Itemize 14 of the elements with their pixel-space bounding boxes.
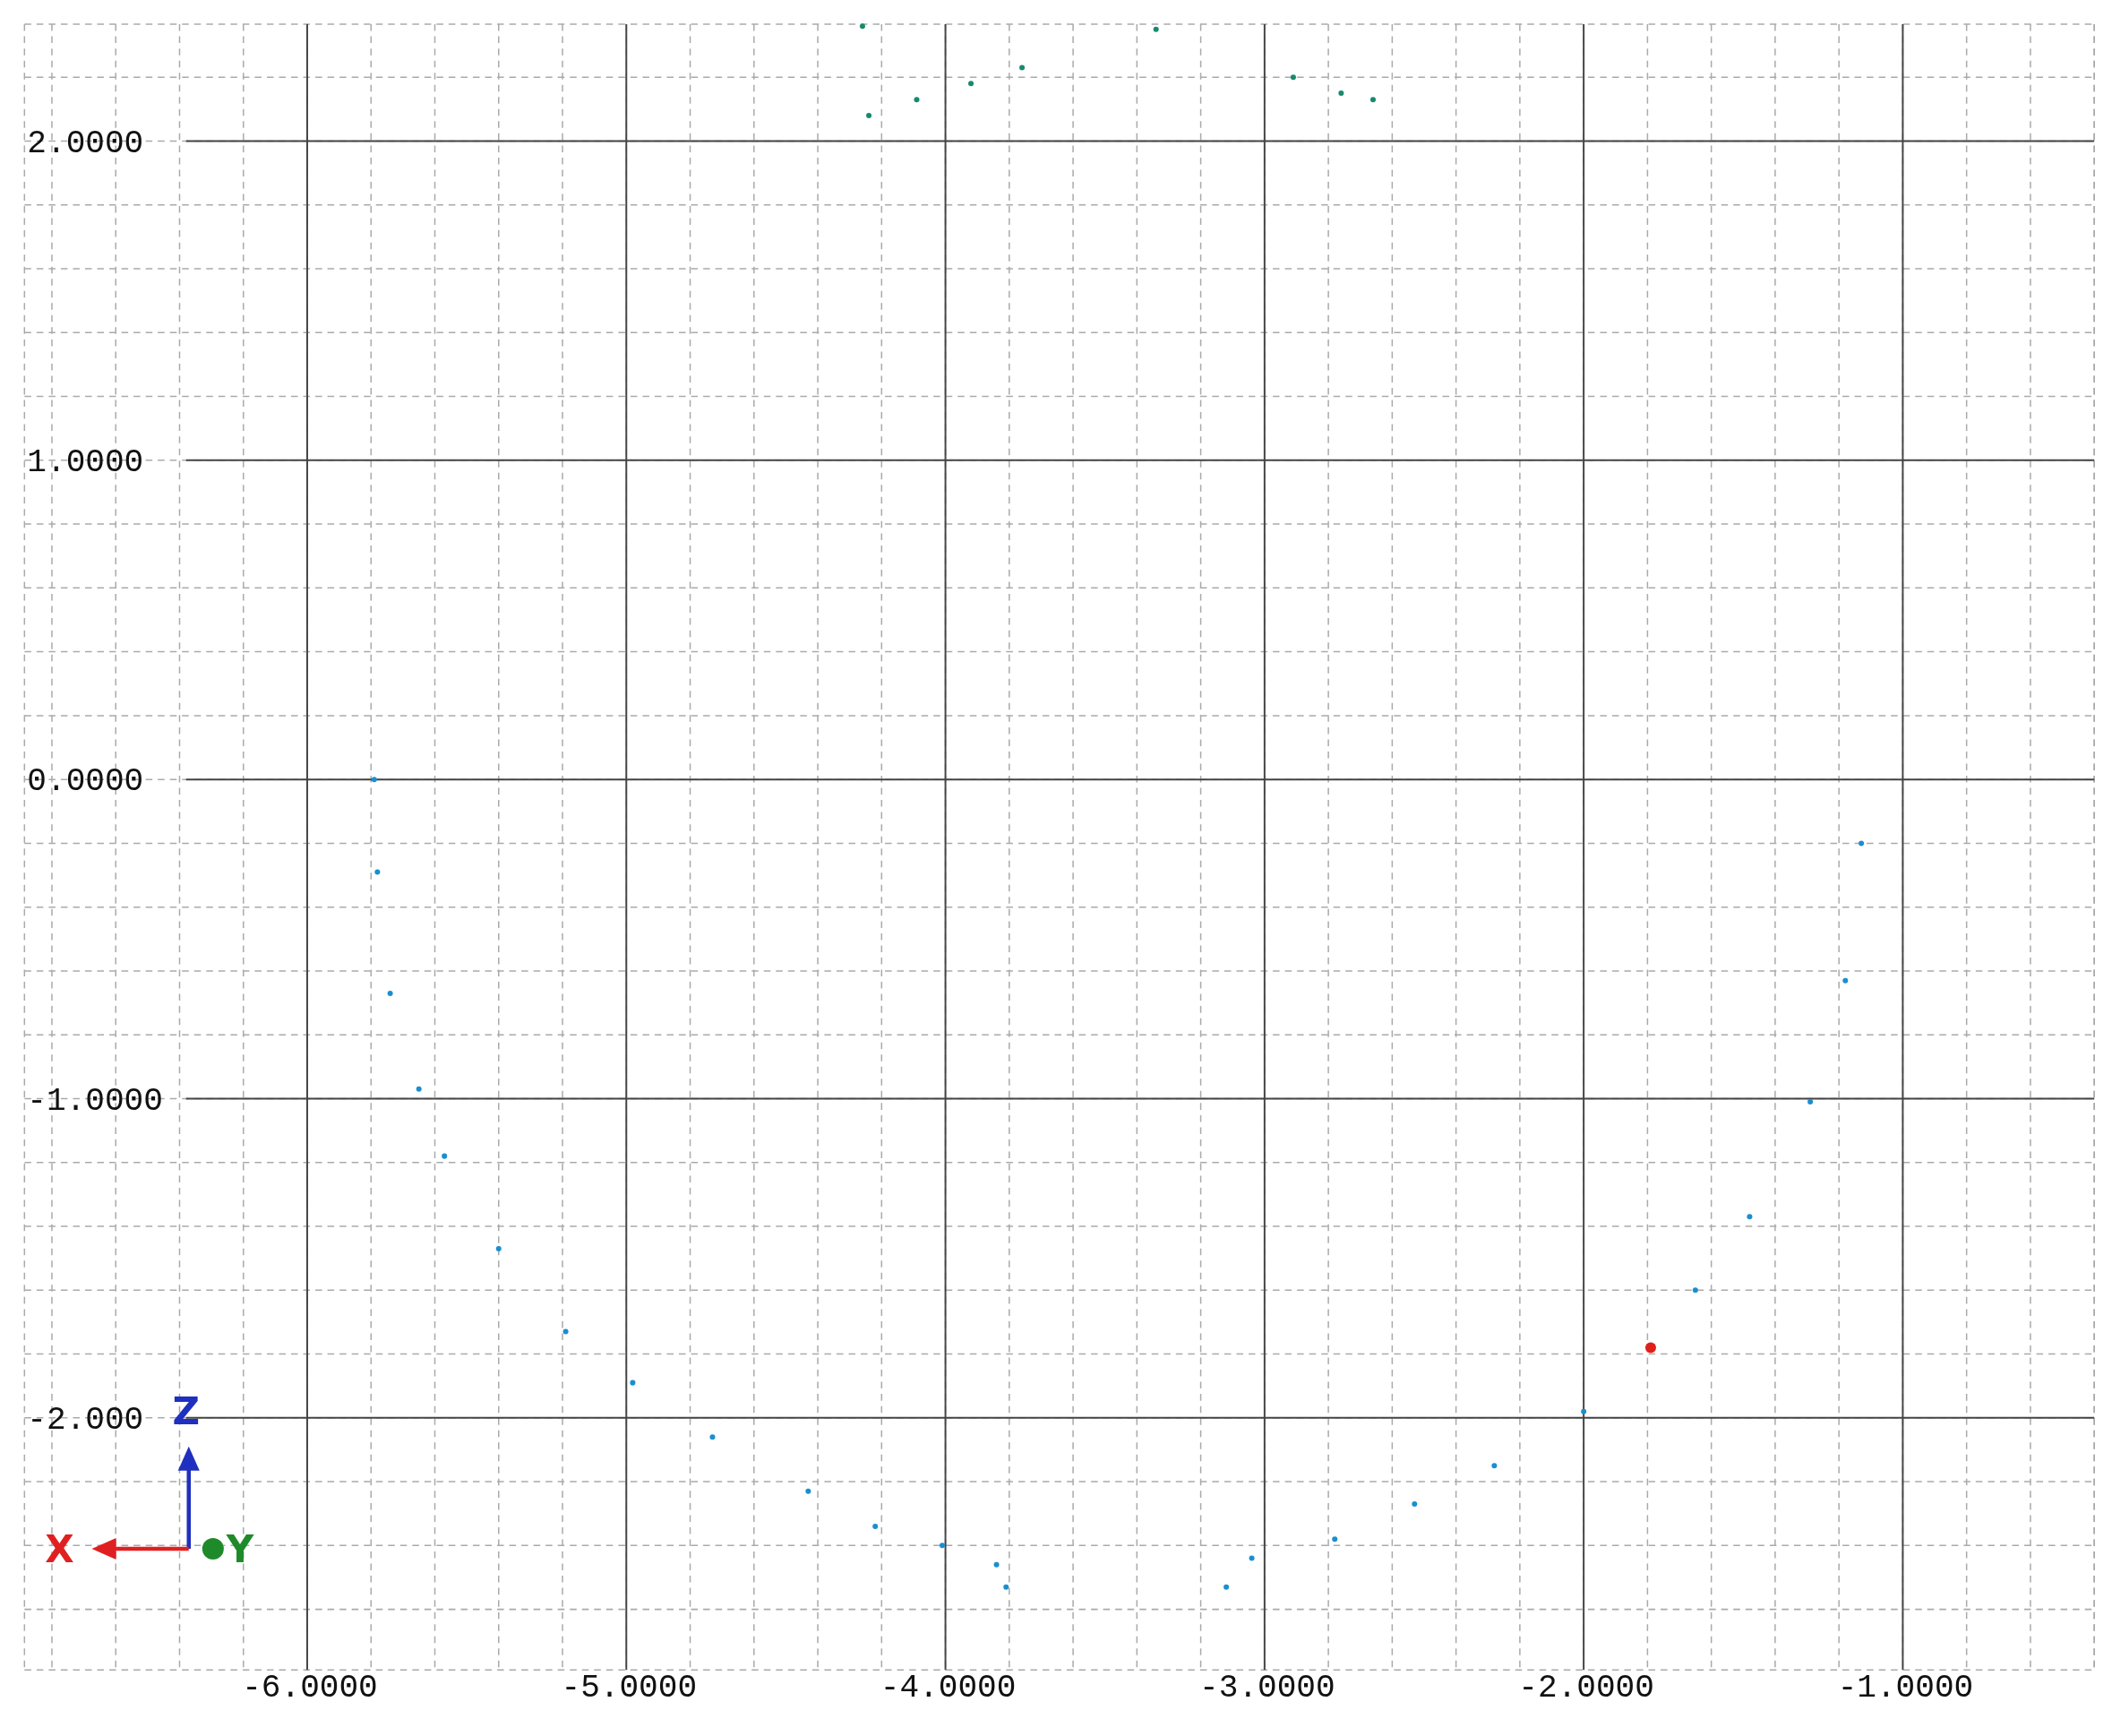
axis-label: Z xyxy=(172,1389,200,1434)
x-tick-label: -3.0000 xyxy=(1199,1670,1335,1707)
x-tick-label: -6.0000 xyxy=(242,1670,378,1707)
axis-label: X xyxy=(45,1526,74,1571)
y-tick-label: -2.000 xyxy=(27,1401,144,1439)
x-tick-label: -1.0000 xyxy=(1837,1670,1974,1707)
x-tick-label: -5.0000 xyxy=(561,1670,698,1707)
x-tick-label: -2.0000 xyxy=(1518,1670,1654,1707)
y-tick-label: 0.0000 xyxy=(27,763,144,801)
y-tick-label: 2.0000 xyxy=(27,125,144,162)
y-tick-label: -1.0000 xyxy=(27,1082,163,1120)
x-tick-label: -4.0000 xyxy=(880,1670,1017,1707)
y-tick-label: 1.0000 xyxy=(27,443,144,481)
axis-label: Y xyxy=(226,1526,254,1571)
